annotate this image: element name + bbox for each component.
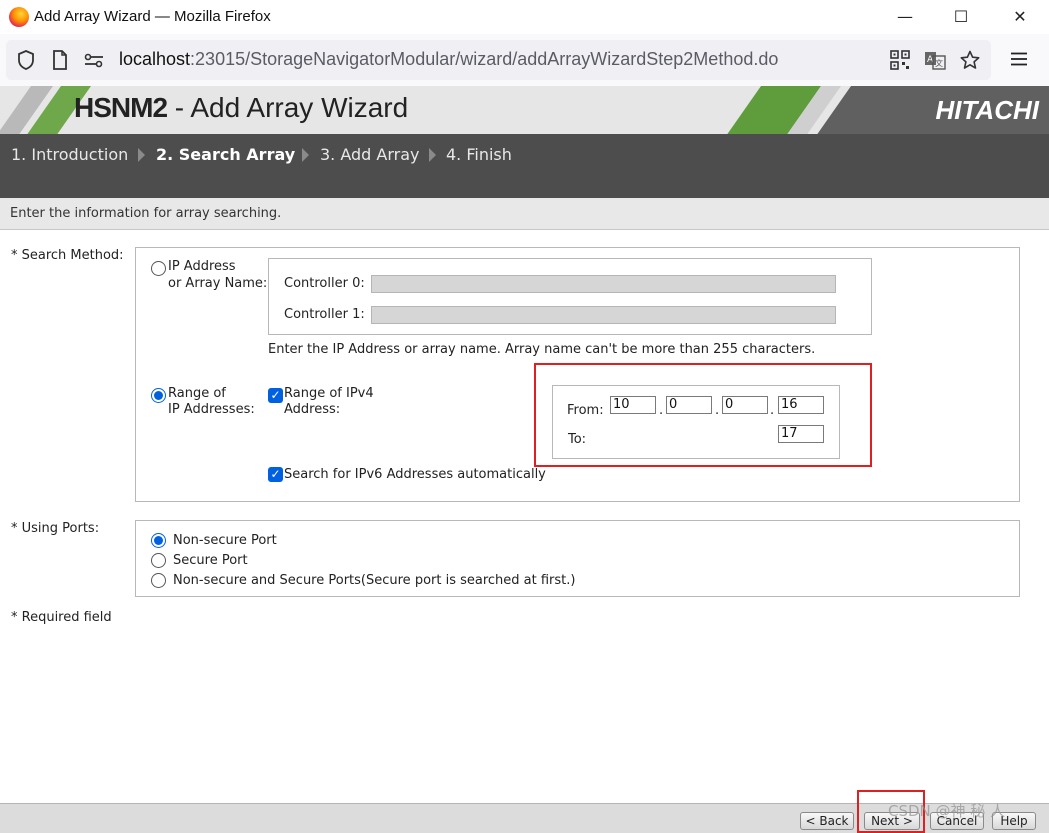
- octet-separator: .: [770, 403, 775, 418]
- from-octet-2-input[interactable]: 0: [666, 396, 712, 414]
- ip-or-name-label-line1: IP Address: [168, 259, 236, 274]
- minimize-button[interactable]: —: [882, 4, 928, 30]
- url-text[interactable]: localhost:23015/StorageNavigatorModular/…: [119, 49, 778, 70]
- step-arrow-icon: [302, 148, 309, 162]
- ipv4-range-label-line1: Range of IPv4: [284, 386, 374, 401]
- bookmark-star-icon[interactable]: [960, 50, 980, 70]
- ip-range-radio[interactable]: [151, 388, 166, 403]
- window-title-bar: Add Array Wizard — Mozilla Firefox — ☐ ✕: [0, 0, 1049, 34]
- octet-separator: .: [659, 403, 664, 418]
- ip-range-label-line1: Range of: [168, 386, 226, 401]
- ipv4-range-checkbox[interactable]: ✓: [268, 388, 283, 403]
- search-method-label: * Search Method:: [11, 248, 124, 263]
- step-introduction: 1. Introduction: [11, 145, 129, 164]
- hamburger-menu-icon[interactable]: [1008, 48, 1030, 70]
- instruction-text: Enter the information for array searchin…: [10, 206, 282, 221]
- step-search-array: 2. Search Array: [156, 145, 296, 164]
- from-octet-3-input[interactable]: 0: [722, 396, 768, 414]
- firefox-logo-icon: [9, 7, 29, 27]
- octet-separator: .: [715, 403, 720, 418]
- app-banner: HSNM2 - Add Array Wizard HITACHI: [0, 86, 1049, 134]
- ipv6-auto-label: Search for IPv6 Addresses automatically: [284, 467, 546, 482]
- close-window-button[interactable]: ✕: [997, 4, 1043, 30]
- url-bar[interactable]: localhost:23015/StorageNavigatorModular/…: [6, 40, 991, 80]
- ip-or-name-label-line2: or Array Name:: [168, 276, 268, 291]
- step-arrow-icon: [429, 148, 436, 162]
- wizard-steps: 1. Introduction 2. Search Array 3. Add A…: [0, 134, 1049, 198]
- from-label: From:: [567, 403, 604, 418]
- from-octet-4-input[interactable]: 16: [778, 396, 824, 414]
- controller1-label: Controller 1:: [284, 307, 365, 322]
- both-ports-label: Non-secure and Secure Ports(Secure port …: [173, 573, 576, 588]
- back-button[interactable]: < Back: [800, 812, 854, 830]
- ipv4-range-label-line2: Address:: [284, 402, 341, 417]
- brand-logo: HITACHI: [935, 95, 1039, 125]
- watermark: CSDN @神 秘 人: [888, 802, 1006, 820]
- translate-icon[interactable]: A文: [924, 50, 946, 70]
- window-title: Add Array Wizard — Mozilla Firefox: [34, 8, 271, 25]
- from-octet-1-input[interactable]: 10: [610, 396, 656, 414]
- maximize-button[interactable]: ☐: [938, 4, 984, 30]
- secure-port-radio[interactable]: [151, 553, 166, 568]
- app-title: HSNM2 - Add Array Wizard: [74, 92, 409, 123]
- ip-range-label-line2: IP Addresses:: [168, 402, 255, 417]
- non-secure-port-radio[interactable]: [151, 533, 166, 548]
- controller1-input[interactable]: [371, 306, 836, 324]
- controller0-label: Controller 0:: [284, 276, 365, 291]
- controller0-input[interactable]: [371, 275, 836, 293]
- step-finish: 4. Finish: [446, 145, 512, 164]
- permissions-icon[interactable]: [84, 50, 104, 70]
- non-secure-port-label: Non-secure Port: [173, 533, 277, 548]
- shield-icon[interactable]: [16, 50, 36, 70]
- ipv6-auto-checkbox[interactable]: ✓: [268, 467, 283, 482]
- step-arrow-icon: [138, 148, 145, 162]
- step-add-array: 3. Add Array: [320, 145, 420, 164]
- to-label: To:: [568, 432, 587, 447]
- qr-code-icon[interactable]: [890, 50, 910, 70]
- navigation-toolbar: localhost:23015/StorageNavigatorModular/…: [0, 34, 1049, 86]
- page-icon[interactable]: [50, 50, 70, 70]
- secure-port-label: Secure Port: [173, 553, 248, 568]
- using-ports-label: * Using Ports:: [11, 521, 100, 536]
- required-field-note: * Required field: [11, 610, 112, 625]
- ip-or-name-radio[interactable]: [151, 261, 166, 276]
- svg-text:文: 文: [935, 58, 943, 68]
- ip-name-hint: Enter the IP Address or array name. Arra…: [268, 342, 816, 357]
- to-octet-4-input[interactable]: 17: [778, 425, 824, 443]
- instruction-bar: Enter the information for array searchin…: [0, 198, 1049, 230]
- both-ports-radio[interactable]: [151, 573, 166, 588]
